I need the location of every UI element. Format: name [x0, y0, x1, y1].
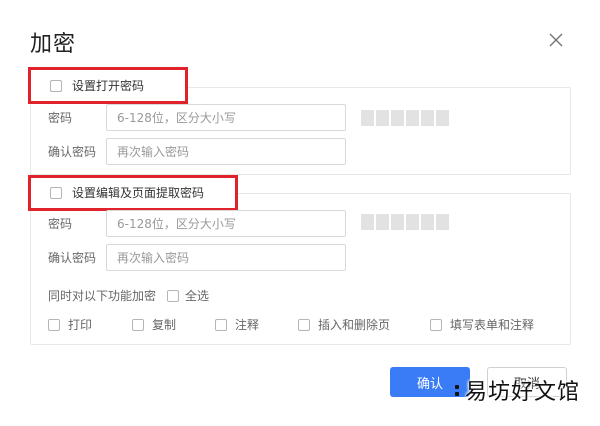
- strength-block: [436, 110, 449, 126]
- fill-form-comment-checkbox[interactable]: [430, 319, 442, 331]
- print-checkbox[interactable]: [48, 319, 60, 331]
- strength-block: [391, 214, 404, 230]
- insert-delete-pages-checkbox[interactable]: [298, 319, 310, 331]
- copy-checkbox[interactable]: [132, 319, 144, 331]
- strength-block: [361, 214, 374, 230]
- comment-label: 注释: [235, 318, 260, 332]
- strength-block: [391, 110, 404, 126]
- print-label: 打印: [68, 318, 93, 332]
- strength-block: [361, 110, 374, 126]
- open-password-confirm-label: 确认密码: [48, 145, 97, 159]
- edit-password-confirm-label: 确认密码: [48, 251, 97, 265]
- select-all-checkbox[interactable]: [167, 290, 179, 302]
- fill-form-comment-label: 填写表单和注释: [450, 318, 535, 332]
- edit-password-strength-meter: [361, 214, 449, 230]
- copy-label: 复制: [152, 318, 177, 332]
- strength-block: [421, 214, 434, 230]
- strength-block: [406, 214, 419, 230]
- strength-block: [421, 110, 434, 126]
- watermark: 易坊好文馆: [455, 374, 580, 406]
- edit-password-label: 密码: [48, 217, 73, 231]
- strength-block: [406, 110, 419, 126]
- select-all-label: 全选: [185, 289, 210, 303]
- open-password-strength-meter: [361, 110, 449, 126]
- edit-password-checkbox[interactable]: [50, 187, 62, 199]
- watermark-text: 易坊好文馆: [465, 380, 581, 405]
- page-title: 加密: [30, 32, 77, 57]
- strength-block: [376, 110, 389, 126]
- watermark-icon: [455, 380, 461, 400]
- open-password-checkbox-label: 设置打开密码: [72, 79, 145, 93]
- open-password-input[interactable]: [106, 104, 346, 131]
- strength-block: [436, 214, 449, 230]
- encrypt-functions-label: 同时对以下功能加密: [48, 289, 157, 303]
- close-icon[interactable]: [546, 30, 566, 50]
- edit-password-checkbox-label: 设置编辑及页面提取密码: [72, 186, 205, 200]
- edit-password-confirm-input[interactable]: [106, 244, 346, 271]
- edit-password-input[interactable]: [106, 210, 346, 237]
- open-password-checkbox[interactable]: [50, 80, 62, 92]
- open-password-label: 密码: [48, 111, 73, 125]
- open-password-confirm-input[interactable]: [106, 138, 346, 165]
- comment-checkbox[interactable]: [215, 319, 227, 331]
- insert-delete-pages-label: 插入和删除页: [318, 318, 391, 332]
- strength-block: [376, 214, 389, 230]
